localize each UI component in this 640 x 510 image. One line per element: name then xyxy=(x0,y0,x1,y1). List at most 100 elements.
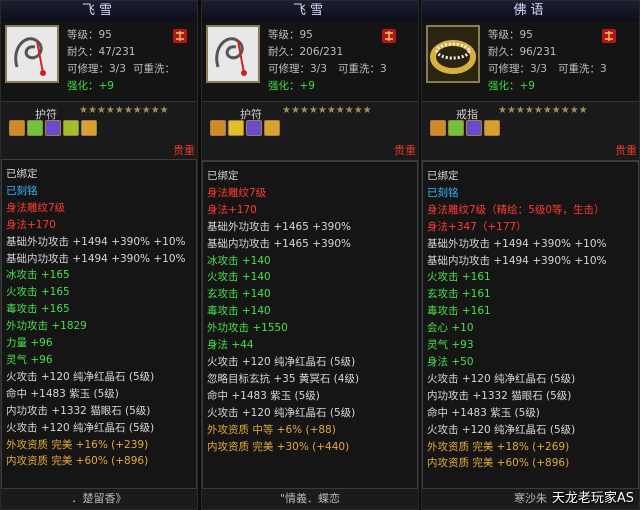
level-stat: 等级：95 xyxy=(268,29,313,41)
attribute-line: 已绑定 xyxy=(207,170,239,182)
attribute-line: 火攻击 +120 纯净红晶石 (5级) xyxy=(427,372,576,385)
rarity-label: 贵重 xyxy=(394,144,416,157)
attribute-line: 火攻击 +120 纯净红晶石 (5级) xyxy=(427,423,576,436)
attribute-line: 内攻资质 完美 +30% (+440) xyxy=(207,440,350,453)
attribute-line: 已刻铭 xyxy=(427,186,459,199)
gem-slot-icon[interactable] xyxy=(45,120,61,136)
bound-seal-icon xyxy=(173,29,187,43)
attribute-line: 身法 +44 xyxy=(207,339,254,352)
gem-slot-icon[interactable] xyxy=(448,120,464,136)
attribute-line: 玄攻击 +140 xyxy=(207,288,271,301)
attribute-line: 内攻资质 完美 +60% (+896) xyxy=(427,457,570,470)
attribute-line: 基础外功攻击 +1494 +390% +10% xyxy=(427,237,607,250)
gem-slot-icon[interactable] xyxy=(81,120,97,136)
rarity-label: 贵重 xyxy=(173,144,195,157)
attribute-line: 命中 +1483 紫玉 (5级) xyxy=(427,406,540,419)
attribute-line: 火攻击 +120 纯净红晶石 (5级) xyxy=(6,370,155,383)
gem-slot-icon[interactable] xyxy=(228,120,244,136)
attribute-list: 已绑定 已刻铭 身法雕纹7级（精绘：5级0等，生击） 身法+347（+177） 基础外功… xyxy=(422,161,639,489)
attribute-line: 基础外功攻击 +1494 +390% +10% xyxy=(6,235,186,248)
attribute-line: 外攻资质 中等 +6% (+88) xyxy=(207,423,336,436)
attribute-line: 毒攻击 +165 xyxy=(6,303,70,316)
attribute-line: 外攻资质 完美 +18% (+269) xyxy=(427,440,570,453)
item-tooltip-panel-1: 飞雪 等级：95 耐久：47/231 可修理：3/3 可重洗： 强化：+9 护符… xyxy=(0,0,198,510)
attribute-line: 内功攻击 +1332 猫眼石 (5级) xyxy=(427,389,572,402)
attribute-line: 火攻击 +120 纯净红晶石 (5级) xyxy=(6,421,155,434)
star-rating: ★★★★★★★★★★ xyxy=(498,105,588,116)
bound-seal-icon xyxy=(382,29,396,43)
gem-slot-icon[interactable] xyxy=(246,120,262,136)
level-stat: 等级：95 xyxy=(488,29,533,41)
amulet-icon[interactable] xyxy=(5,25,59,83)
repair-stat: 可修理：3/3 xyxy=(67,63,126,75)
gem-slots xyxy=(9,120,99,140)
attribute-list: 已绑定 身法雕纹7级 身法+170 基础外功攻击 +1465 +390% 基础内功攻击 … xyxy=(202,161,418,489)
durability-stat: 耐久：206/231 xyxy=(268,46,344,58)
socket-row: 戒指 ★★★★★★★★★★ 贵重 xyxy=(422,101,639,161)
item-header: 等级：95 耐久：47/231 可修理：3/3 可重洗： 强化：+9 xyxy=(1,21,197,101)
attribute-line: 内攻资质 完美 +60% (+896) xyxy=(6,455,149,468)
attribute-line: 会心 +10 xyxy=(427,322,474,335)
attribute-line: 外功攻击 +1550 xyxy=(207,322,288,335)
item-name: 佛语 xyxy=(422,1,639,22)
attribute-line: 火攻击 +161 xyxy=(427,271,491,284)
item-tooltip-panel-3: 佛语 等级：95 耐久：96/231 可修理：3/3 可重洗：3 强化：+9 戒… xyxy=(421,0,640,510)
attribute-line: 身法 +50 xyxy=(427,355,474,368)
attribute-line: 火攻击 +120 纯净红晶石 (5级) xyxy=(207,355,356,368)
gem-slot-icon[interactable] xyxy=(430,120,446,136)
gem-slot-icon[interactable] xyxy=(9,120,25,136)
amulet-icon[interactable] xyxy=(206,25,260,83)
durability-stat: 耐久：96/231 xyxy=(488,46,557,58)
gem-slot-icon[interactable] xyxy=(27,120,43,136)
attribute-line: 灵气 +96 xyxy=(6,353,53,366)
attribute-line: 已绑定 xyxy=(6,168,38,180)
gem-slot-icon[interactable] xyxy=(63,120,79,136)
attribute-line: 冰攻击 +140 xyxy=(207,254,271,267)
gem-slot-icon[interactable] xyxy=(264,120,280,136)
item-name: 飞雪 xyxy=(1,1,197,22)
gem-slot-icon[interactable] xyxy=(210,120,226,136)
attribute-line: 基础内功攻击 +1494 +390% +10% xyxy=(427,254,607,267)
strength-stat: 强化：+9 xyxy=(488,80,535,92)
attribute-line: 身法+170 xyxy=(6,218,56,231)
attribute-list: 已绑定 已刻铭 身法雕纹7级 身法+170 基础外功攻击 +1494 +390% +10… xyxy=(1,159,197,489)
attribute-line: 火攻击 +165 xyxy=(6,286,70,299)
owner-footer: ．楚留香》 xyxy=(1,488,197,509)
gem-slots xyxy=(430,120,502,140)
bound-seal-icon xyxy=(602,29,616,43)
star-rating: ★★★★★★★★★★ xyxy=(79,105,169,116)
attribute-line: 内功攻击 +1332 猫眼石 (5级) xyxy=(6,404,151,417)
rarity-label: 贵重 xyxy=(615,144,637,157)
attribute-line: 冰攻击 +165 xyxy=(6,269,70,282)
star-rating: ★★★★★★★★★★ xyxy=(282,105,372,116)
watermark: 天龙老玩家AS xyxy=(551,491,634,506)
attribute-line: 外攻资质 完美 +16% (+239) xyxy=(6,438,149,451)
rewash-stat: 可重洗：3 xyxy=(558,63,607,75)
attribute-line: 毒攻击 +161 xyxy=(427,305,491,318)
repair-stat: 可修理：3/3 xyxy=(488,63,547,75)
owner-footer: "情義．蝶恋 xyxy=(202,488,418,509)
gem-slots xyxy=(210,120,282,140)
durability-stat: 耐久：47/231 xyxy=(67,46,136,58)
attribute-line: 身法雕纹7级 xyxy=(207,186,267,199)
strength-stat: 强化：+9 xyxy=(67,80,114,92)
gem-slot-icon[interactable] xyxy=(466,120,482,136)
attribute-line: 玄攻击 +161 xyxy=(427,288,491,301)
gem-slot-icon[interactable] xyxy=(484,120,500,136)
item-name: 飞雪 xyxy=(202,1,418,22)
attribute-line: 命中 +1483 紫玉 (5级) xyxy=(207,389,320,402)
attribute-line: 火攻击 +140 xyxy=(207,271,271,284)
attribute-line: 外功攻击 +1829 xyxy=(6,320,87,333)
attribute-line: 已刻铭 xyxy=(6,184,38,197)
attribute-line: 力量 +96 xyxy=(6,337,53,350)
item-tooltip-panel-2: 飞雪 等级：95 耐久：206/231 可修理：3/3 可重洗：3 强化：+9 … xyxy=(201,0,419,510)
attribute-line: 火攻击 +120 纯净红晶石 (5级) xyxy=(207,406,356,419)
attribute-line: 身法+170 xyxy=(207,203,257,216)
level-stat: 等级：95 xyxy=(67,29,112,41)
attribute-line: 毒攻击 +140 xyxy=(207,305,271,318)
attribute-line: 忽略目标玄抗 +35 黄冥石 (4级) xyxy=(207,372,360,385)
item-header: 等级：95 耐久：96/231 可修理：3/3 可重洗：3 强化：+9 xyxy=(422,21,639,101)
ring-icon[interactable] xyxy=(426,25,480,83)
socket-row: 护符 ★★★★★★★★★★ 贵重 xyxy=(202,101,418,161)
rewash-stat: 可重洗： xyxy=(133,63,175,75)
